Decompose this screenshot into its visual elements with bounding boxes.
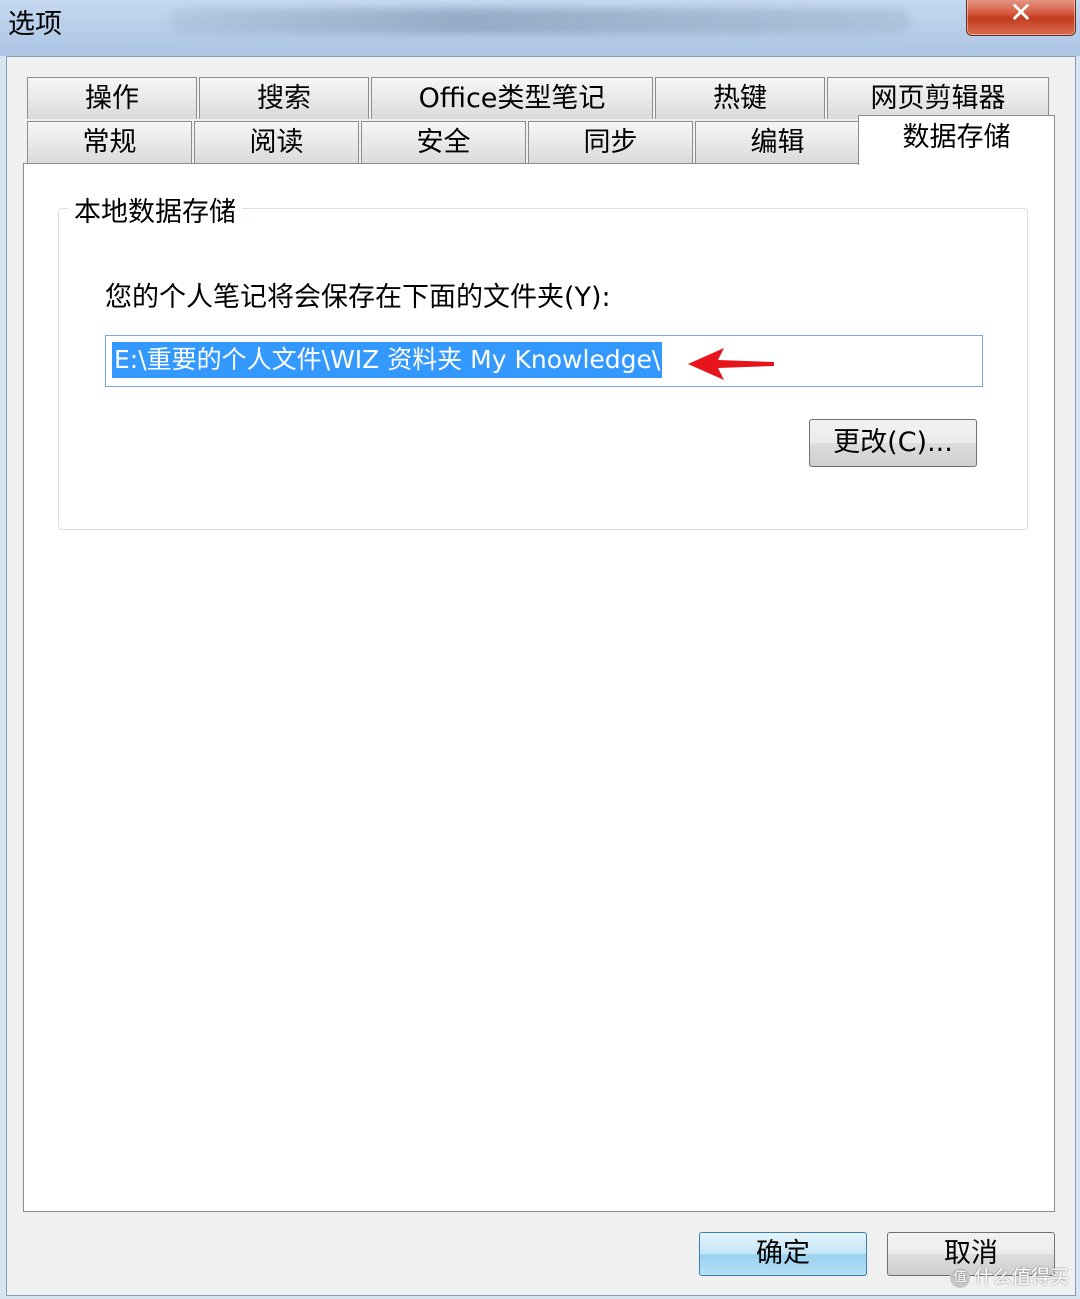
- watermark-text: 什么值得买: [974, 1266, 1070, 1288]
- tab-label: 操作: [85, 83, 139, 114]
- folder-path-input[interactable]: E:\重要的个人文件\WIZ 资料夹 My Knowledge\: [105, 335, 983, 387]
- tab-label: 搜索: [257, 83, 311, 114]
- watermark-logo-icon: 值: [950, 1267, 970, 1288]
- local-storage-group: 您的个人笔记将会保存在下面的文件夹(Y): E:\重要的个人文件\WIZ 资料夹…: [58, 208, 1028, 530]
- tab-label: Office类型笔记: [418, 83, 606, 114]
- close-icon: ✕: [1009, 0, 1033, 29]
- tab-label: 阅读: [249, 127, 304, 158]
- tab-label: 同步: [583, 127, 638, 158]
- tab-label: 网页剪辑器: [870, 83, 1006, 114]
- group-title: 本地数据存储: [68, 190, 242, 229]
- folder-path-value: E:\重要的个人文件\WIZ 资料夹 My Knowledge\: [112, 342, 663, 378]
- tab-general[interactable]: 常规: [27, 121, 192, 163]
- watermark: 值什么值得买: [950, 1262, 1069, 1289]
- close-button[interactable]: ✕: [966, 0, 1076, 36]
- title-bar: 选项 ✕: [0, 0, 1080, 56]
- tab-office-notes[interactable]: Office类型笔记: [371, 77, 653, 119]
- red-arrow-icon: [688, 348, 774, 380]
- tab-hotkeys[interactable]: 热键: [655, 77, 825, 119]
- change-folder-button[interactable]: 更改(C)...: [809, 419, 977, 467]
- tab-sync[interactable]: 同步: [528, 121, 693, 163]
- tab-web-clipper[interactable]: 网页剪辑器: [827, 77, 1049, 119]
- tab-panel-data-storage: 您的个人笔记将会保存在下面的文件夹(Y): E:\重要的个人文件\WIZ 资料夹…: [23, 163, 1055, 1212]
- tab-label: 编辑: [750, 127, 805, 158]
- tab-label: 安全: [416, 127, 471, 158]
- tab-operations[interactable]: 操作: [27, 77, 197, 119]
- tab-label: 热键: [713, 83, 767, 114]
- tab-label: 常规: [82, 127, 137, 158]
- folder-label: 您的个人笔记将会保存在下面的文件夹(Y):: [105, 282, 611, 313]
- tab-security[interactable]: 安全: [361, 121, 526, 163]
- tab-data-storage[interactable]: 数据存储: [858, 115, 1055, 165]
- ok-button[interactable]: 确定: [699, 1232, 867, 1276]
- blurred-title-region: [170, 8, 910, 34]
- tab-editing[interactable]: 编辑: [695, 121, 860, 163]
- options-dialog: 操作 搜索 Office类型笔记 热键 网页剪辑器 常规 阅读 安全 同步 编辑…: [6, 56, 1076, 1296]
- tab-reading[interactable]: 阅读: [194, 121, 359, 163]
- tab-label: 数据存储: [902, 122, 1011, 153]
- window-title: 选项: [8, 9, 62, 40]
- tab-search[interactable]: 搜索: [199, 77, 369, 119]
